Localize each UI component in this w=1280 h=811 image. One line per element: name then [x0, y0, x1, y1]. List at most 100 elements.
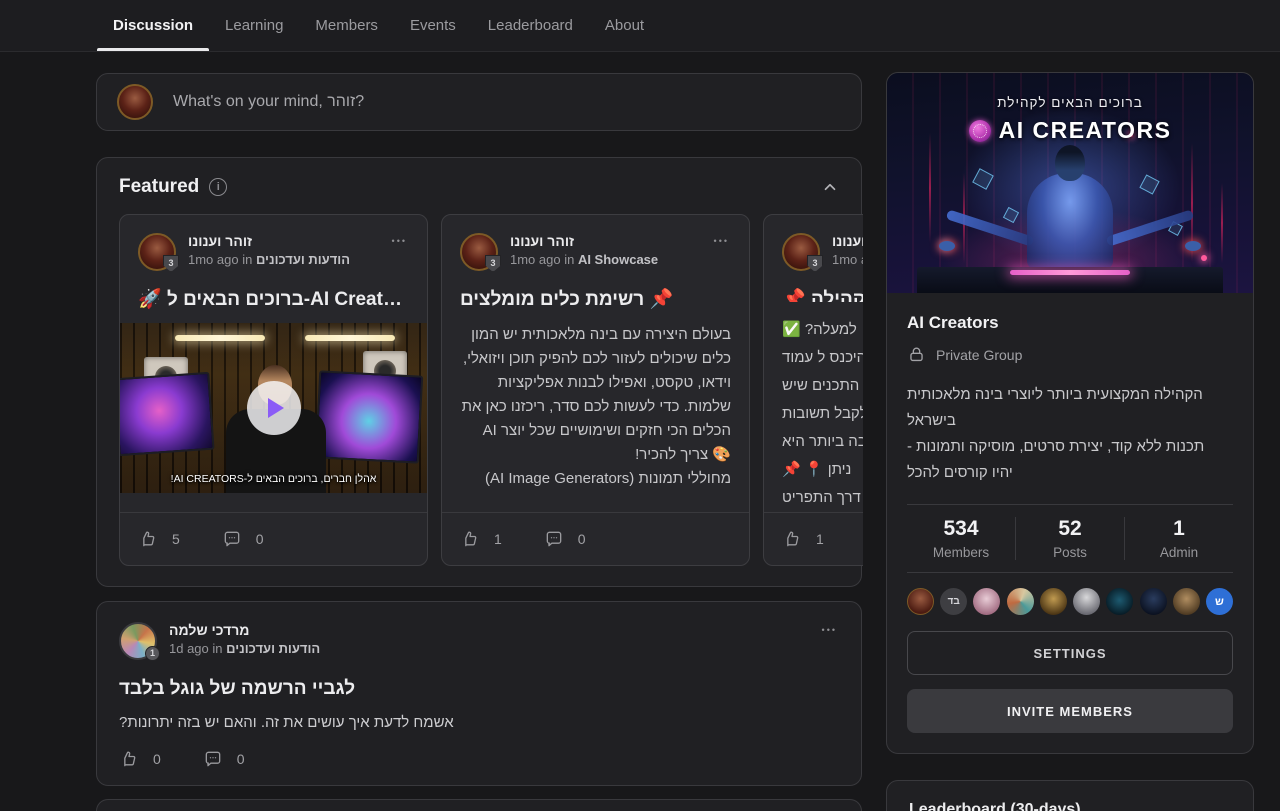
- ellipsis-menu-icon[interactable]: [820, 622, 839, 637]
- group-stats: 534 Members 52 Posts 1 Admin: [907, 504, 1233, 573]
- brain-icon: [969, 120, 991, 142]
- comment-count: 0: [578, 531, 586, 547]
- main-tabs-bar: Discussion Learning Members Events Leade…: [0, 0, 1280, 52]
- level-badge: 3: [485, 255, 501, 272]
- play-icon[interactable]: [247, 381, 301, 435]
- info-icon[interactable]: i: [209, 178, 227, 196]
- author-avatar[interactable]: 3: [138, 233, 176, 271]
- author-name[interactable]: זוהר וענונו: [188, 233, 350, 249]
- composer-prompt: What's on your mind, זוהר?: [173, 93, 364, 111]
- post-composer[interactable]: What's on your mind, זוהר?: [96, 73, 862, 131]
- like-button[interactable]: [782, 529, 802, 549]
- tab-learning[interactable]: Learning: [209, 0, 299, 51]
- space-link[interactable]: הודעות ועדכונים: [226, 641, 320, 656]
- like-count: 1: [494, 531, 502, 547]
- featured-section: Featured i 3 זוהר וענונו 1mo ago in הודע…: [96, 157, 862, 587]
- member-avatar[interactable]: [907, 588, 934, 615]
- group-banner-image: ברוכים הבאים לקהילת AI CREATORS: [887, 73, 1253, 293]
- like-count: 1: [816, 531, 824, 547]
- group-sidebar: ברוכים הבאים לקהילת AI CREATORS AI Creat…: [886, 72, 1254, 811]
- post-title[interactable]: לגביי הרשמה של גוגל בלבד: [119, 678, 839, 700]
- main-feed-column: What's on your mind, זוהר? Featured i 3 …: [96, 52, 862, 811]
- post-meta: 1d ago in הודעות ועדכונים: [169, 641, 320, 656]
- member-avatar[interactable]: בד: [940, 588, 967, 615]
- comment-count: 0: [256, 531, 264, 547]
- settings-button[interactable]: SETTINGS: [907, 631, 1233, 675]
- post-meta: 1mo ago in הודעות ועדכונים: [832, 252, 863, 267]
- member-avatar[interactable]: [1040, 588, 1067, 615]
- tab-leaderboard[interactable]: Leaderboard: [472, 0, 589, 51]
- comment-button[interactable]: [544, 529, 564, 549]
- ellipsis-menu-icon[interactable]: [390, 233, 409, 248]
- banner-welcome-text: ברוכים הבאים לקהילת: [887, 95, 1253, 110]
- author-avatar[interactable]: 3: [782, 233, 820, 271]
- comment-count: 0: [237, 751, 245, 767]
- feed-post-card[interactable]: 1 מרדכי שלמה 1d ago in הודעות ועדכונים ל…: [96, 601, 862, 786]
- thumbnail-light: [305, 335, 395, 341]
- post-title[interactable]: רשימת כלים מומלצים 📌: [460, 287, 731, 311]
- privacy-label: Private Group: [936, 347, 1022, 363]
- level-badge: 3: [807, 255, 823, 272]
- tab-members[interactable]: Members: [299, 0, 394, 51]
- like-count: 5: [172, 531, 180, 547]
- stat-members[interactable]: 534 Members: [907, 517, 1015, 560]
- thumbnail-light: [175, 335, 265, 341]
- like-button[interactable]: [460, 529, 480, 549]
- comment-button[interactable]: [222, 529, 242, 549]
- leaderboard-title: Leaderboard (30-days): [909, 801, 1231, 811]
- space-link[interactable]: הודעות ועדכונים: [256, 252, 350, 267]
- member-avatar[interactable]: [1140, 588, 1167, 615]
- author-name[interactable]: מרדכי שלמה: [169, 622, 320, 638]
- post-body: בעולם היצירה עם בינה מלאכותית יש המון כל…: [460, 323, 731, 491]
- tab-about[interactable]: About: [589, 0, 660, 51]
- like-button[interactable]: [119, 749, 139, 769]
- tab-discussion[interactable]: Discussion: [97, 0, 209, 51]
- leaderboard-card: Leaderboard (30-days): [886, 780, 1254, 811]
- post-body: למעלה? ✅ היכנס ל עמוד התכנים שיש לקבל תש…: [782, 316, 863, 512]
- comment-button[interactable]: [203, 749, 223, 769]
- banner-group-title: AI CREATORS: [999, 117, 1172, 144]
- member-avatars-row: בד ש: [907, 588, 1233, 615]
- current-user-avatar[interactable]: [117, 84, 153, 120]
- post-title[interactable]: 📌 קהילה: [782, 287, 863, 302]
- featured-post-card[interactable]: 3 זוהר וענונו 1mo ago in הודעות ועדכונים…: [119, 214, 428, 566]
- thumbnail-monitor: [120, 372, 215, 457]
- member-avatar[interactable]: [1106, 588, 1133, 615]
- like-button[interactable]: [138, 529, 158, 549]
- group-description: הקהילה המקצועית ביותר ליוצרי בינה מלאכות…: [907, 382, 1233, 486]
- stat-admin[interactable]: 1 Admin: [1124, 517, 1233, 560]
- post-meta: 1mo ago in AI Showcase: [510, 252, 658, 267]
- level-badge: 1: [145, 646, 160, 661]
- space-link[interactable]: AI Showcase: [578, 252, 658, 267]
- member-avatar[interactable]: [1073, 588, 1100, 615]
- like-count: 0: [153, 751, 161, 767]
- group-name: AI Creators: [907, 313, 1233, 333]
- member-avatar[interactable]: [1173, 588, 1200, 615]
- author-name[interactable]: זוהר וענונו: [832, 233, 863, 249]
- member-avatar[interactable]: [973, 588, 1000, 615]
- thumbnail-monitor: [315, 370, 423, 463]
- post-title[interactable]: 🚀 ברוכים הבאים ל-AI Creat…: [138, 287, 409, 311]
- level-badge: 3: [163, 255, 179, 272]
- featured-title: Featured: [119, 176, 199, 198]
- chevron-up-icon[interactable]: [821, 178, 839, 196]
- author-avatar[interactable]: 3: [460, 233, 498, 271]
- stat-posts[interactable]: 52 Posts: [1015, 517, 1124, 560]
- post-meta: 1mo ago in הודעות ועדכונים: [188, 252, 350, 267]
- member-avatar[interactable]: [1007, 588, 1034, 615]
- author-name[interactable]: זוהר וענונו: [510, 233, 658, 249]
- ellipsis-menu-icon[interactable]: [712, 233, 731, 248]
- lock-icon: [907, 345, 926, 364]
- author-avatar[interactable]: 1: [119, 622, 157, 660]
- member-avatar[interactable]: ש: [1206, 588, 1233, 615]
- tab-events[interactable]: Events: [394, 0, 472, 51]
- video-thumbnail[interactable]: אהלן חברים, ברוכים הבאים ל-AI CREATORS!: [120, 323, 427, 493]
- featured-post-card[interactable]: 3 זוהר וענונו 1mo ago in AI Showcase רשי…: [441, 214, 750, 566]
- video-caption: אהלן חברים, ברוכים הבאים ל-AI CREATORS!: [120, 473, 427, 485]
- feed-post-card[interactable]: [96, 799, 862, 811]
- invite-members-button[interactable]: INVITE MEMBERS: [907, 689, 1233, 733]
- featured-post-card[interactable]: 3 זוהר וענונו 1mo ago in הודעות ועדכונים…: [763, 214, 863, 566]
- group-info-card: ברוכים הבאים לקהילת AI CREATORS AI Creat…: [886, 72, 1254, 754]
- post-body: אשמח לדעת איך עושים את זה. והאם יש בזה י…: [119, 714, 839, 731]
- featured-cards-row: 3 זוהר וענונו 1mo ago in הודעות ועדכונים…: [119, 214, 863, 566]
